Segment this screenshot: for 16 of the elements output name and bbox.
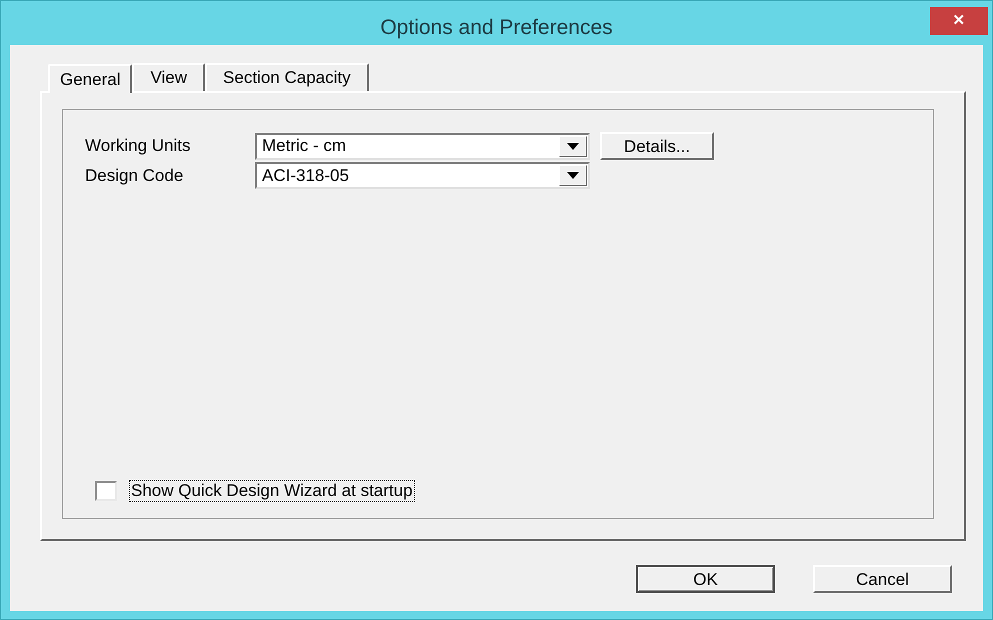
- checkbox-label[interactable]: Show Quick Design Wizard at startup: [129, 480, 415, 502]
- dropdown-value: Metric - cm: [261, 135, 348, 158]
- close-button[interactable]: ✕: [930, 7, 988, 35]
- field-label: Working Units: [85, 135, 192, 158]
- dialog-button[interactable]: OK: [636, 565, 775, 593]
- dropdown-value: ACI-318-05: [261, 164, 350, 187]
- tab[interactable]: Section Capacity: [205, 63, 369, 91]
- checkbox[interactable]: [95, 481, 117, 501]
- tab[interactable]: General: [48, 64, 132, 93]
- field-label: Design Code: [85, 164, 184, 187]
- dropdown[interactable]: Metric - cm: [255, 132, 590, 160]
- details-button[interactable]: Details...: [600, 132, 714, 160]
- dialog-button[interactable]: Cancel: [813, 565, 952, 593]
- tab[interactable]: View: [132, 63, 206, 91]
- dropdown[interactable]: ACI-318-05: [255, 162, 590, 189]
- window-title: Options and Preferences: [380, 15, 613, 41]
